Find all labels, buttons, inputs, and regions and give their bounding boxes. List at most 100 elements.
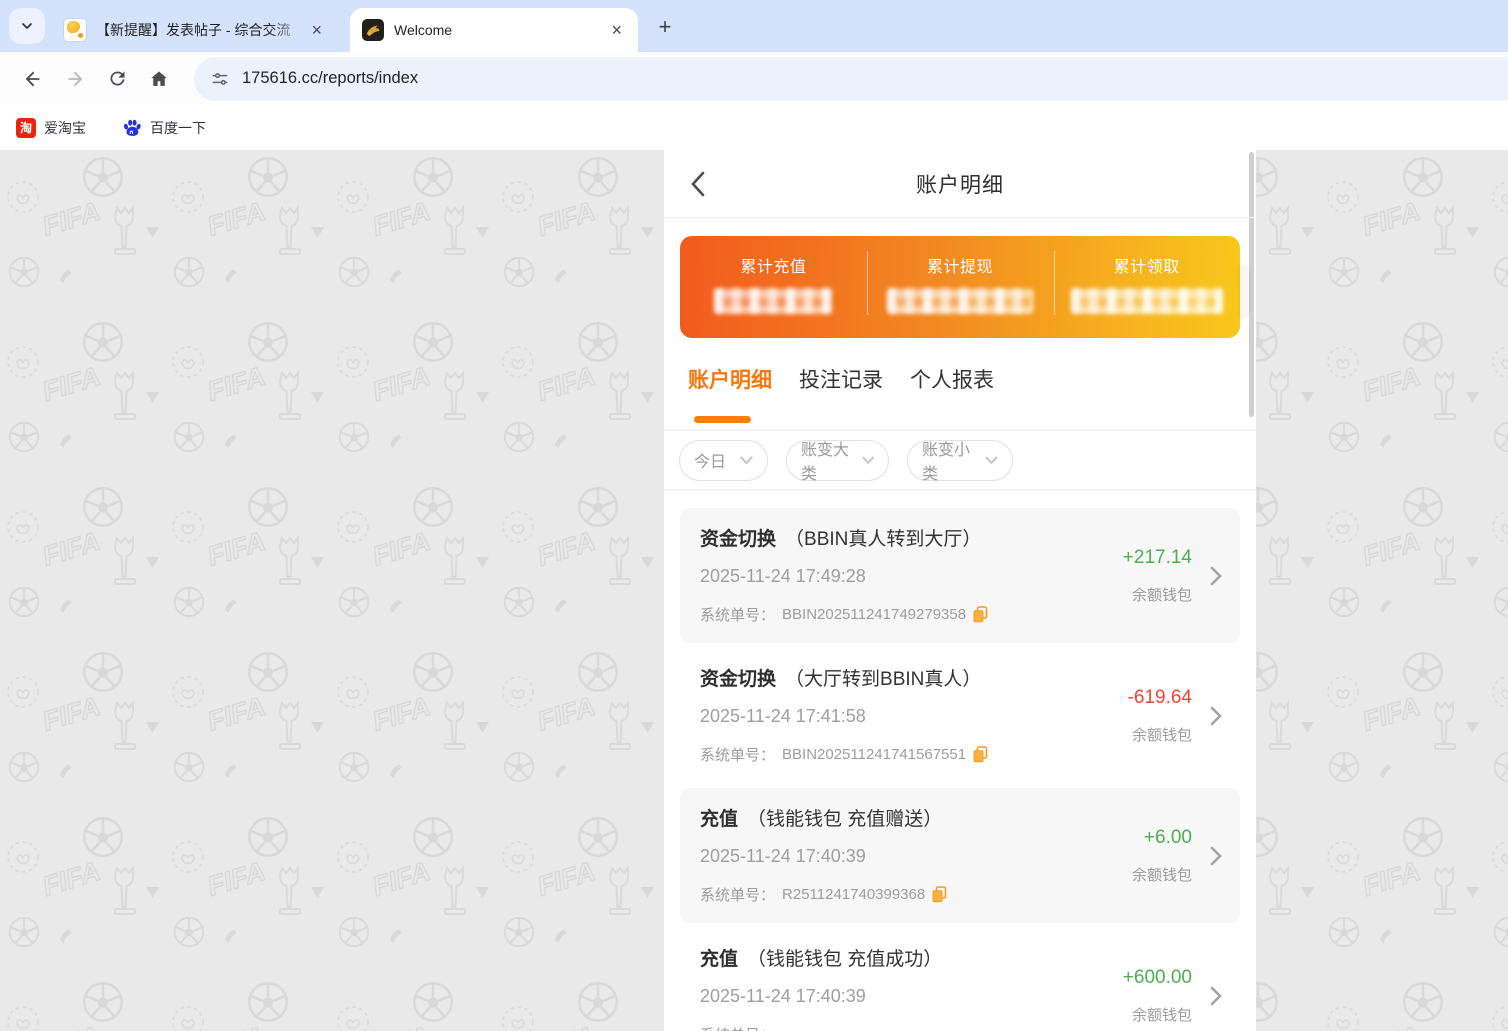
censored-value xyxy=(714,288,832,314)
baidu-paw-icon xyxy=(122,118,142,138)
wallet-label: 余额钱包 xyxy=(1132,584,1192,605)
tab-title: 【新提醒】发表帖子 - 综合交流 xyxy=(96,20,307,40)
page-content: FIFA 账户明细 累计充值 累计提现 xyxy=(0,150,1508,1031)
filter-row: 今日 账变大类 账变小类 xyxy=(664,431,1256,490)
bookmark-baidu[interactable]: 百度一下 xyxy=(122,118,206,138)
transaction-list: 资金切换（BBIN真人转到大厅） 2025-11-24 17:49:28 系统单… xyxy=(664,490,1256,1031)
tab-search-button[interactable] xyxy=(9,8,45,44)
chevron-down-icon xyxy=(985,456,998,465)
chevron-right-icon[interactable] xyxy=(1210,706,1222,726)
order-number: BBIN202511241749279358 xyxy=(782,606,966,623)
tab-bet-records[interactable]: 投注记录 xyxy=(799,364,883,430)
filter-label: 账变小类 xyxy=(922,436,985,484)
copy-icon[interactable] xyxy=(973,606,988,623)
amount-block: +600.00 余额钱包 xyxy=(1123,928,1192,1031)
total-withdraw: 累计提现 xyxy=(867,236,1054,338)
amount-block: -619.64 余额钱包 xyxy=(1128,648,1192,783)
back-arrow-icon xyxy=(22,68,44,90)
welcome-favicon-icon xyxy=(362,19,384,41)
total-withdraw-label: 累计提现 xyxy=(867,253,1054,277)
back-button[interactable] xyxy=(16,62,50,96)
transaction-row[interactable]: 充值（钱能钱包 充值赠送） 2025-11-24 17:40:39 系统单号： … xyxy=(680,788,1240,923)
wallet-label: 余额钱包 xyxy=(1132,1004,1192,1025)
close-tab-icon[interactable]: × xyxy=(607,19,626,41)
transaction-amount: +6.00 xyxy=(1144,827,1192,849)
transaction-type: 资金切换（BBIN真人转到大厅） xyxy=(700,524,981,551)
tab-title: Welcome xyxy=(394,22,607,38)
account-detail-panel: 账户明细 累计充值 累计提现 累计领取 账户明细 投注记录 个人报表 xyxy=(664,150,1256,1031)
transaction-subtitle: （钱能钱包 充值成功） xyxy=(747,949,942,970)
bookmark-taobao[interactable]: 淘 爱淘宝 xyxy=(16,118,86,138)
filter-date-dropdown[interactable]: 今日 xyxy=(679,440,768,481)
filter-minor-category-dropdown[interactable]: 账变小类 xyxy=(907,440,1013,481)
transaction-amount: +217.14 xyxy=(1123,547,1192,569)
forum-favicon-icon xyxy=(64,19,86,41)
forward-arrow-icon xyxy=(64,68,86,90)
order-number: R2511241740399368 xyxy=(782,886,925,903)
copy-icon[interactable] xyxy=(932,886,947,903)
transaction-datetime: 2025-11-24 17:41:58 xyxy=(700,706,866,727)
transaction-subtitle: （BBIN真人转到大厅） xyxy=(785,529,981,550)
back-nav-button[interactable] xyxy=(690,170,716,198)
home-button[interactable] xyxy=(142,62,176,96)
panel-header: 账户明细 xyxy=(664,150,1256,218)
browser-tab-welcome[interactable]: Welcome × xyxy=(350,8,638,52)
active-tab-underline xyxy=(694,416,751,423)
transaction-datetime: 2025-11-24 17:49:28 xyxy=(700,566,866,587)
total-deposit: 累计充值 xyxy=(680,236,867,338)
forward-button[interactable] xyxy=(58,62,92,96)
order-number-row: 系统单号： BBIN202511241749279358 xyxy=(700,604,988,625)
transaction-row[interactable]: 资金切换（大厅转到BBIN真人） 2025-11-24 17:41:58 系统单… xyxy=(680,648,1240,783)
browser-tab-forum[interactable]: 【新提醒】发表帖子 - 综合交流 × xyxy=(52,8,338,52)
transaction-amount: +600.00 xyxy=(1123,967,1192,989)
order-number: BBIN202511241741567551 xyxy=(782,746,966,763)
transaction-row[interactable]: 充值（钱能钱包 充值成功） 2025-11-24 17:40:39 系统单号： … xyxy=(680,928,1240,1031)
transaction-subtitle: （大厅转到BBIN真人） xyxy=(785,669,981,690)
tab-personal-report[interactable]: 个人报表 xyxy=(910,364,994,430)
next-slide-peek xyxy=(1240,264,1249,316)
reload-icon xyxy=(107,68,128,89)
divider xyxy=(867,251,868,315)
transaction-datetime: 2025-11-24 17:40:39 xyxy=(700,846,866,867)
chevron-right-icon[interactable] xyxy=(1210,846,1222,866)
order-number-row: 系统单号： xyxy=(700,1024,775,1031)
transaction-type: 资金切换（大厅转到BBIN真人） xyxy=(700,664,981,691)
chevron-down-icon xyxy=(19,18,35,34)
amount-block: +217.14 余额钱包 xyxy=(1123,508,1192,643)
bookmark-label: 爱淘宝 xyxy=(44,118,86,138)
section-tabs: 账户明细 投注记录 个人报表 xyxy=(664,355,1256,431)
order-prefix: 系统单号： xyxy=(700,1024,775,1031)
copy-icon[interactable] xyxy=(973,746,988,763)
transaction-amount: -619.64 xyxy=(1128,687,1192,709)
browser-toolbar: 175616.cc/reports/index xyxy=(0,52,1508,105)
new-tab-button[interactable]: + xyxy=(650,12,680,42)
site-info-icon[interactable] xyxy=(210,69,230,89)
url-text[interactable]: 175616.cc/reports/index xyxy=(242,69,418,88)
chevron-down-icon xyxy=(862,456,874,465)
reload-button[interactable] xyxy=(100,62,134,96)
transaction-subtitle: （钱能钱包 充值赠送） xyxy=(747,809,942,830)
filter-major-category-dropdown[interactable]: 账变大类 xyxy=(786,440,889,481)
transaction-row[interactable]: 资金切换（BBIN真人转到大厅） 2025-11-24 17:49:28 系统单… xyxy=(680,508,1240,643)
taobao-icon: 淘 xyxy=(16,118,36,138)
divider xyxy=(1054,251,1055,315)
order-prefix: 系统单号： xyxy=(700,884,775,905)
wallet-label: 余额钱包 xyxy=(1132,864,1192,885)
order-prefix: 系统单号： xyxy=(700,744,775,765)
chevron-right-icon[interactable] xyxy=(1210,986,1222,1006)
home-icon xyxy=(148,68,170,90)
chevron-down-icon xyxy=(740,456,753,465)
bookmark-label: 百度一下 xyxy=(150,118,206,138)
amount-block: +6.00 余额钱包 xyxy=(1132,788,1192,923)
total-claimed: 累计领取 xyxy=(1053,236,1240,338)
transaction-datetime: 2025-11-24 17:40:39 xyxy=(700,986,866,1007)
chevron-right-icon[interactable] xyxy=(1210,566,1222,586)
order-number-row: 系统单号： R2511241740399368 xyxy=(700,884,947,905)
address-bar[interactable]: 175616.cc/reports/index xyxy=(194,57,1508,101)
chevron-left-icon xyxy=(690,171,705,197)
page-title: 账户明细 xyxy=(916,169,1004,199)
order-number-row: 系统单号： BBIN202511241741567551 xyxy=(700,744,988,765)
censored-value xyxy=(1071,288,1223,314)
totals-card: 累计充值 累计提现 累计领取 xyxy=(680,236,1240,338)
close-tab-icon[interactable]: × xyxy=(307,19,326,41)
